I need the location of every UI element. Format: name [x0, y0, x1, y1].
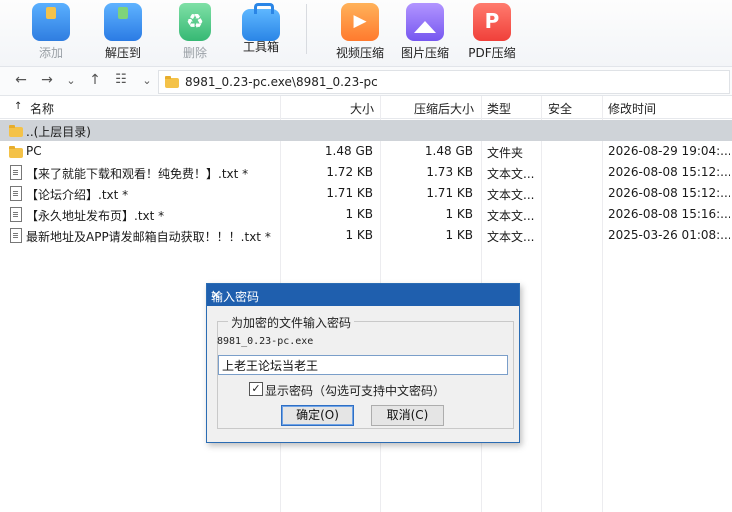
group-label: 为加密的文件输入密码 [228, 314, 355, 331]
row-type: 文本文... [487, 230, 535, 244]
file-list-header: ↑ 名称 大小 压缩后大小 类型 安全 修改时间 [0, 96, 732, 119]
text-file-icon [10, 207, 22, 222]
text-file-icon [10, 186, 22, 201]
row-packed-size: 1.48 GB [424, 144, 473, 158]
password-dialog: 输入密码 ✕ 为加密的文件输入密码 8981_0.23-pc.exe ✓ 显示密… [206, 283, 520, 443]
folder-icon [9, 125, 23, 137]
folder-icon [165, 76, 179, 88]
table-row[interactable]: PC 1.48 GB 1.48 GB 文件夹 2026-08-29 19:04:… [0, 141, 732, 162]
column-packed-size[interactable]: 压缩后大小 [414, 100, 474, 117]
address-bar: ← → ⌄ ↑ ☷ ⌄ 8981_0.23-pc.exe\8981_0.23-p… [0, 67, 732, 96]
extract-icon [104, 3, 142, 41]
row-packed-size: 1.71 KB [426, 186, 473, 200]
row-type: 文本文... [487, 188, 535, 202]
row-name: 【论坛介绍】.txt * [26, 188, 129, 202]
up-arrow-icon[interactable]: ↑ [86, 72, 104, 88]
cancel-button[interactable]: 取消(C) [371, 405, 444, 426]
history-dropdown-icon[interactable]: ⌄ [62, 74, 80, 87]
path-field[interactable]: 8981_0.23-pc.exe\8981_0.23-pc [158, 70, 730, 94]
row-type: 文本文... [487, 167, 535, 181]
row-modified: 2026-08-08 15:12:... [608, 186, 730, 200]
delete-button[interactable]: 删除 [160, 0, 230, 61]
recycle-delete-icon [179, 3, 211, 41]
row-type: 文本文... [487, 209, 535, 223]
image-compress-label: 图片压缩 [400, 46, 449, 60]
close-icon[interactable]: ✕ [211, 288, 513, 302]
sort-up-icon: ↑ [14, 101, 23, 112]
pdf-compress-icon [473, 3, 511, 41]
row-size: 1.72 KB [326, 165, 373, 179]
table-row-parent[interactable]: ..(上层目录) [0, 120, 732, 141]
image-compress-icon [406, 3, 444, 41]
folder-icon [9, 146, 23, 158]
image-compress-button[interactable]: 图片压缩 [390, 0, 460, 61]
column-size[interactable]: 大小 [350, 100, 374, 117]
extract-label: 解压到 [104, 46, 141, 60]
forward-arrow-icon[interactable]: → [38, 72, 56, 88]
row-name: 【来了就能下载和观看！纯免费！】.txt * [26, 167, 249, 181]
text-file-icon [10, 165, 22, 180]
row-modified: 2026-08-08 15:12:... [608, 165, 730, 179]
text-file-icon [10, 228, 22, 243]
show-password-label: 显示密码（勾选可支持中文密码） [265, 384, 446, 398]
row-name: ..(上层目录) [26, 125, 91, 139]
table-row[interactable]: 【永久地址发布页】.txt * 1 KB 1 KB 文本文... 2026-08… [0, 204, 732, 225]
column-modified[interactable]: 修改时间 [608, 100, 656, 117]
row-packed-size: 1 KB [445, 228, 473, 242]
back-arrow-icon[interactable]: ← [12, 72, 30, 88]
ok-button[interactable]: 确定(O) [281, 405, 354, 426]
table-row[interactable]: 【来了就能下载和观看！纯免费！】.txt * 1.72 KB 1.73 KB 文… [0, 162, 732, 183]
table-row[interactable]: 【论坛介绍】.txt * 1.71 KB 1.71 KB 文本文... 2026… [0, 183, 732, 204]
row-name: 【永久地址发布页】.txt * [26, 209, 165, 223]
pdf-compress-label: PDF压缩 [468, 46, 516, 60]
row-modified: 2025-03-26 01:08:... [608, 228, 730, 242]
row-size: 1.48 GB [324, 144, 373, 158]
toolbar-separator [306, 4, 307, 54]
archive-filename: 8981_0.23-pc.exe [217, 336, 314, 347]
extract-button[interactable]: 解压到 [88, 0, 158, 61]
dialog-title-bar[interactable]: 输入密码 ✕ [207, 284, 519, 306]
row-size: 1 KB [345, 228, 373, 242]
row-packed-size: 1 KB [445, 207, 473, 221]
password-input[interactable] [218, 355, 508, 375]
toolbox-icon [242, 3, 280, 41]
row-name: PC [26, 144, 42, 158]
delete-label: 删除 [182, 46, 207, 60]
column-security[interactable]: 安全 [548, 100, 572, 117]
row-modified: 2026-08-08 15:16:... [608, 207, 730, 221]
video-compress-icon [341, 3, 379, 41]
add-button[interactable]: 添加 [16, 0, 86, 61]
table-row[interactable]: 最新地址及APP请发邮箱自动获取！！！.txt * 1 KB 1 KB 文本文.… [0, 225, 732, 246]
column-type[interactable]: 类型 [487, 100, 511, 117]
row-size: 1 KB [345, 207, 373, 221]
toolbox-button[interactable]: 工具箱 [226, 0, 296, 55]
video-compress-button[interactable]: 视频压缩 [325, 0, 395, 61]
row-size: 1.71 KB [326, 186, 373, 200]
view-dropdown-icon[interactable]: ⌄ [138, 74, 156, 87]
column-name[interactable]: 名称 [30, 100, 54, 117]
show-password-checkbox[interactable]: ✓ [249, 382, 263, 396]
video-compress-label: 视频压缩 [335, 46, 384, 60]
toolbar: 添加 解压到 删除 工具箱 视频压缩 图片压缩 PDF压缩 [0, 0, 732, 67]
pdf-compress-button[interactable]: PDF压缩 [457, 0, 527, 61]
row-packed-size: 1.73 KB [426, 165, 473, 179]
row-modified: 2026-08-29 19:04:... [608, 144, 730, 158]
add-archive-icon [32, 3, 70, 41]
row-name: 最新地址及APP请发邮箱自动获取！！！.txt * [26, 230, 271, 244]
row-type: 文件夹 [487, 146, 524, 160]
add-label: 添加 [38, 46, 63, 60]
view-mode-icon[interactable]: ☷ [112, 72, 130, 87]
path-text: 8981_0.23-pc.exe\8981_0.23-pc [185, 75, 378, 89]
